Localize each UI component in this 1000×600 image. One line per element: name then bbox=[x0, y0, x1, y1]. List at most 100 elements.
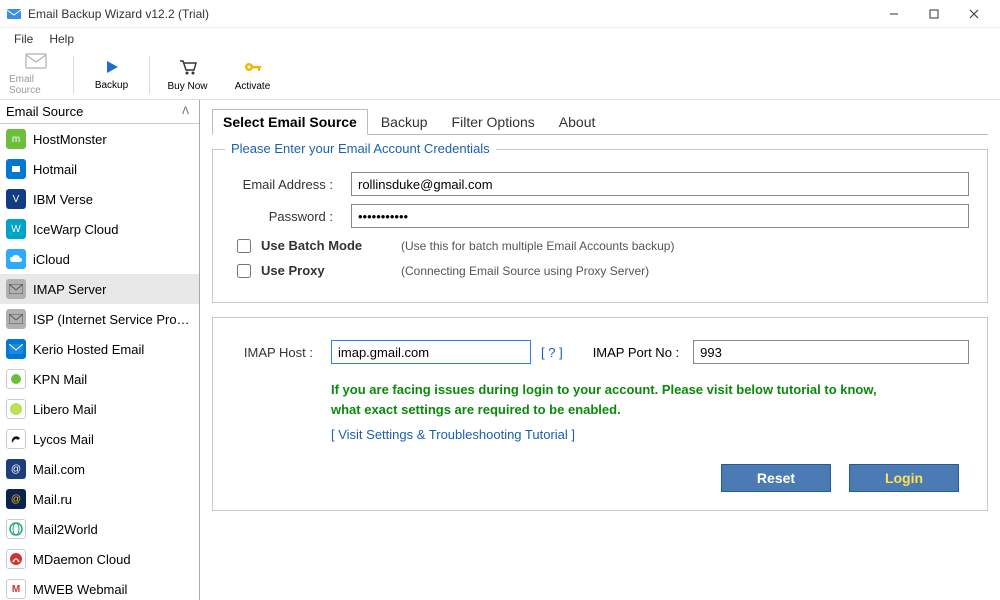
sidebar-item-label: KPN Mail bbox=[33, 372, 87, 387]
imap-host-input[interactable] bbox=[331, 340, 531, 364]
email-input[interactable] bbox=[351, 172, 969, 196]
sidebar-item-label: IMAP Server bbox=[33, 282, 106, 297]
kerio-icon bbox=[6, 339, 26, 359]
app-icon bbox=[6, 6, 22, 22]
use-proxy-hint: (Connecting Email Source using Proxy Ser… bbox=[401, 264, 649, 278]
password-label: Password : bbox=[231, 209, 351, 224]
toolbar-separator bbox=[73, 56, 74, 94]
hostmonster-icon: m bbox=[6, 129, 26, 149]
use-proxy-checkbox[interactable] bbox=[237, 264, 251, 278]
tutorial-link[interactable]: [ Visit Settings & Troubleshooting Tutor… bbox=[331, 427, 969, 442]
imap-port-input[interactable] bbox=[693, 340, 969, 364]
sidebar-item-icewarp[interactable]: W IceWarp Cloud bbox=[0, 214, 199, 244]
sidebar-item-label: IBM Verse bbox=[33, 192, 93, 207]
sidebar-item-label: ISP (Internet Service Provider) bbox=[33, 312, 193, 327]
mailru-icon: @ bbox=[6, 489, 26, 509]
sidebar-item-label: MWEB Webmail bbox=[33, 582, 127, 597]
chevron-up-icon[interactable]: ᐱ bbox=[178, 106, 193, 117]
login-help-text: If you are facing issues during login to… bbox=[331, 380, 969, 419]
sidebar-item-mweb[interactable]: M MWEB Webmail bbox=[0, 574, 199, 600]
icewarp-icon: W bbox=[6, 219, 26, 239]
sidebar-item-lycos[interactable]: Lycos Mail bbox=[0, 424, 199, 454]
sidebar-item-isp[interactable]: ISP (Internet Service Provider) bbox=[0, 304, 199, 334]
key-icon bbox=[243, 58, 263, 79]
help-line-1: If you are facing issues during login to… bbox=[331, 380, 969, 400]
toolbar-label: Email Source bbox=[9, 74, 62, 96]
mailcom-icon: @ bbox=[6, 459, 26, 479]
sidebar: Email Source ᐱ mHostMonster Hotmail VIBM… bbox=[0, 100, 200, 600]
batch-mode-checkbox[interactable] bbox=[237, 239, 251, 253]
reset-button[interactable]: Reset bbox=[721, 464, 831, 492]
title-bar: Email Backup Wizard v12.2 (Trial) bbox=[0, 0, 1000, 28]
password-input[interactable] bbox=[351, 204, 969, 228]
ibm-verse-icon: V bbox=[6, 189, 26, 209]
tab-strip: Select Email Source Backup Filter Option… bbox=[212, 108, 988, 135]
mweb-icon: M bbox=[6, 579, 26, 599]
window-title: Email Backup Wizard v12.2 (Trial) bbox=[28, 7, 874, 21]
sidebar-item-label: Kerio Hosted Email bbox=[33, 342, 144, 357]
sidebar-item-libero[interactable]: Libero Mail bbox=[0, 394, 199, 424]
row-email: Email Address : bbox=[231, 172, 969, 196]
libero-icon bbox=[6, 399, 26, 419]
email-label: Email Address : bbox=[231, 177, 351, 192]
sidebar-item-ibm-verse[interactable]: V IBM Verse bbox=[0, 184, 199, 214]
toolbar-activate[interactable]: Activate bbox=[225, 52, 280, 98]
tab-about[interactable]: About bbox=[548, 109, 607, 135]
sidebar-list[interactable]: m HostMonster Hotmail V IBM Verse W IceWarp… bbox=[0, 124, 199, 600]
envelope-icon bbox=[6, 309, 26, 329]
help-line-2: what exact settings are required to be e… bbox=[331, 400, 969, 420]
sidebar-item-label: Mail2World bbox=[33, 522, 98, 537]
row-use-proxy: Use Proxy (Connecting Email Source using… bbox=[237, 263, 969, 278]
tab-backup[interactable]: Backup bbox=[370, 109, 439, 135]
imap-port-label: IMAP Port No : bbox=[593, 345, 679, 360]
menu-file[interactable]: File bbox=[6, 30, 41, 48]
cart-icon bbox=[178, 58, 198, 79]
toolbar: Email Source Backup Buy Now Activate bbox=[0, 50, 1000, 100]
toolbar-label: Backup bbox=[95, 80, 128, 91]
row-batch-mode: Use Batch Mode (Use this for batch multi… bbox=[237, 238, 969, 253]
sidebar-item-hotmail[interactable]: Hotmail bbox=[0, 154, 199, 184]
credentials-fieldset: Please Enter your Email Account Credenti… bbox=[212, 149, 988, 303]
hotmail-icon bbox=[6, 159, 26, 179]
login-button[interactable]: Login bbox=[849, 464, 959, 492]
main-area: Email Source ᐱ mHostMonster Hotmail VIBM… bbox=[0, 100, 1000, 600]
toolbar-buy-now[interactable]: Buy Now bbox=[160, 52, 215, 98]
imap-host-help-link[interactable]: [ ? ] bbox=[541, 345, 563, 360]
maximize-button[interactable] bbox=[914, 0, 954, 28]
sidebar-item-mdaemon[interactable]: MDaemon Cloud bbox=[0, 544, 199, 574]
kpn-icon bbox=[6, 369, 26, 389]
sidebar-item-label: IceWarp Cloud bbox=[33, 222, 119, 237]
sidebar-item-label: Mail.com bbox=[33, 462, 85, 477]
sidebar-item-hostmonster[interactable]: m HostMonster bbox=[0, 124, 199, 154]
close-button[interactable] bbox=[954, 0, 994, 28]
mdaemon-icon bbox=[6, 549, 26, 569]
toolbar-label: Buy Now bbox=[167, 81, 207, 92]
menu-help[interactable]: Help bbox=[41, 30, 82, 48]
sidebar-item-label: Libero Mail bbox=[33, 402, 97, 417]
sidebar-item-label: MDaemon Cloud bbox=[33, 552, 131, 567]
toolbar-backup[interactable]: Backup bbox=[84, 52, 139, 98]
button-row: Reset Login bbox=[231, 464, 969, 492]
sidebar-item-kerio[interactable]: Kerio Hosted Email bbox=[0, 334, 199, 364]
tab-filter-options[interactable]: Filter Options bbox=[441, 109, 546, 135]
batch-mode-label: Use Batch Mode bbox=[261, 238, 391, 253]
sidebar-item-mailru[interactable]: @Mail.ru bbox=[0, 484, 199, 514]
lycos-icon bbox=[6, 429, 26, 449]
sidebar-item-icloud[interactable]: iCloud bbox=[0, 244, 199, 274]
fieldset-legend: Please Enter your Email Account Credenti… bbox=[225, 141, 496, 156]
sidebar-item-mailcom[interactable]: @ Mail.com bbox=[0, 454, 199, 484]
sidebar-item-kpn[interactable]: KPN Mail bbox=[0, 364, 199, 394]
minimize-button[interactable] bbox=[874, 0, 914, 28]
tab-select-source[interactable]: Select Email Source bbox=[212, 109, 368, 135]
sidebar-item-label: Lycos Mail bbox=[33, 432, 94, 447]
row-imap: IMAP Host : [ ? ] IMAP Port No : bbox=[231, 340, 969, 364]
envelope-icon bbox=[25, 53, 47, 72]
row-password: Password : bbox=[231, 204, 969, 228]
imap-host-label: IMAP Host : bbox=[231, 345, 331, 360]
sidebar-item-imap-server[interactable]: IMAP Server bbox=[0, 274, 199, 304]
imap-fieldset: IMAP Host : [ ? ] IMAP Port No : If you … bbox=[212, 317, 988, 511]
sidebar-item-mail2world[interactable]: Mail2World bbox=[0, 514, 199, 544]
play-icon bbox=[104, 59, 120, 78]
toolbar-email-source[interactable]: Email Source bbox=[8, 52, 63, 98]
sidebar-item-label: HostMonster bbox=[33, 132, 107, 147]
